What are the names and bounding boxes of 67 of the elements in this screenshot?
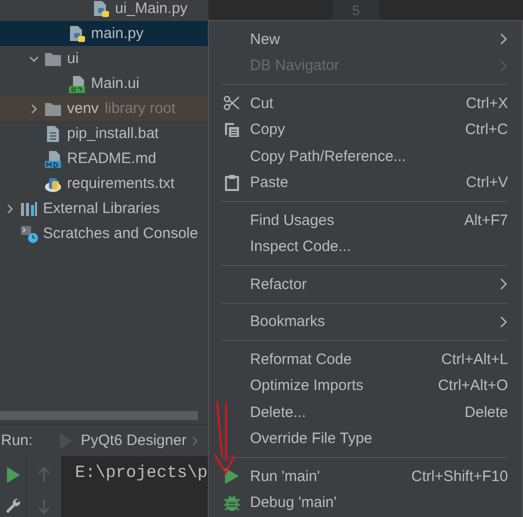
file-name: Scratches and Console: [43, 225, 198, 242]
shortcut-label: Ctrl+Alt+L: [441, 350, 508, 368]
python-file-icon: [68, 24, 86, 42]
menu-item[interactable]: Cut Ctrl+X: [209, 90, 522, 116]
bug-icon: [222, 494, 240, 512]
qt-file-icon: [68, 74, 86, 92]
libraries-icon: [20, 200, 38, 218]
file-name: Main.ui: [91, 75, 140, 92]
python-file-icon: [92, 0, 110, 18]
menu-item[interactable]: Copy Ctrl+C: [209, 116, 522, 143]
tree-item[interactable]: ui_Main.py: [0, 0, 208, 21]
chevron-right-icon: [499, 33, 508, 46]
scrollbar[interactable]: [0, 411, 198, 420]
menu-item[interactable]: Delete... Delete: [209, 399, 522, 426]
file-name: venv: [67, 100, 99, 117]
menu-item[interactable]: Optimize Imports Ctrl+Alt+O: [209, 372, 522, 399]
scratches-icon: [20, 224, 38, 242]
tree-item[interactable]: venv library root: [0, 96, 208, 121]
shortcut-label: Ctrl+V: [466, 174, 508, 192]
arrow-down-icon: [36, 497, 52, 515]
menu-item[interactable]: New: [209, 26, 522, 52]
menu-item[interactable]: Reformat Code Ctrl+Alt+L: [209, 346, 522, 372]
file-name: pip_install.bat: [67, 125, 159, 142]
shortcut-label: Ctrl+Shift+F10: [411, 468, 508, 485]
tree-item[interactable]: requirements.txt: [0, 171, 208, 196]
text-file-icon: [44, 124, 62, 142]
file-name: requirements.txt: [67, 175, 175, 192]
scissors-icon: [223, 95, 240, 112]
library-root-label: library root: [104, 100, 176, 117]
clipboard-icon: [224, 174, 240, 192]
menu-item[interactable]: Bookmarks: [209, 308, 522, 335]
panel-title: Run:: [1, 432, 33, 449]
menu-item[interactable]: Copy Path/Reference...: [209, 143, 522, 170]
shortcut-label: Ctrl+Alt+O: [438, 377, 508, 394]
chevron-right-icon: [499, 316, 508, 328]
file-name: ui_Main.py: [115, 0, 188, 17]
run-icon: [224, 467, 240, 486]
menu-item[interactable]: Override File Type: [209, 426, 522, 452]
tree-item[interactable]: Main.ui: [0, 71, 208, 96]
file-name: External Libraries: [43, 200, 160, 217]
file-name: README.md: [67, 150, 156, 167]
copy-icon: [224, 122, 240, 138]
markdown-file-icon: [44, 150, 62, 168]
tree-item[interactable]: Scratches and Console: [0, 221, 208, 246]
menu-item[interactable]: Debug 'main': [209, 490, 522, 516]
console-line: E:\projects\p: [75, 464, 208, 483]
tree-item[interactable]: pip_install.bat: [0, 121, 208, 146]
tree-item[interactable]: External Libraries: [0, 196, 208, 221]
chevron-right-icon: [499, 60, 508, 72]
run-icon: [5, 466, 21, 484]
tree-item[interactable]: README.md: [0, 146, 208, 171]
shortcut-label: Ctrl+X: [466, 94, 508, 112]
shortcut-label: Delete: [464, 404, 508, 421]
arrow-up-icon: [36, 466, 52, 484]
menu-item[interactable]: Run 'main' Ctrl+Shift+F10: [209, 463, 522, 490]
menu-item[interactable]: Paste Ctrl+V: [209, 170, 522, 196]
shortcut-label: Ctrl+C: [465, 121, 508, 138]
shortcut-label: Alt+F7: [464, 212, 508, 229]
wrench-icon: [4, 497, 22, 515]
menu-item[interactable]: Inspect Code...: [209, 234, 522, 260]
tree-item[interactable]: ui: [0, 46, 208, 71]
file-name: ui: [67, 50, 79, 67]
tree-item[interactable]: main.py: [0, 21, 208, 46]
file-name: main.py: [91, 25, 144, 42]
menu-item[interactable]: Refactor: [209, 271, 522, 298]
chevron-right-icon: [499, 278, 508, 290]
menu-item[interactable]: Find Usages Alt+F7: [209, 207, 522, 234]
